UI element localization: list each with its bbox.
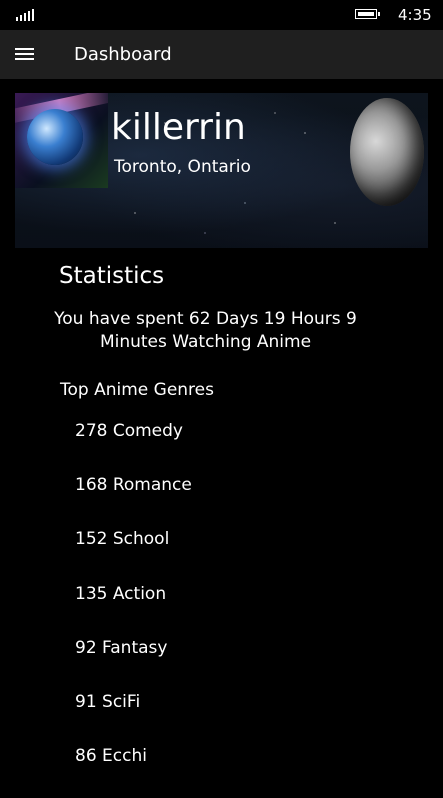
genre-item-scifi: 91 SciFi bbox=[75, 691, 141, 712]
signal-bars-icon bbox=[16, 9, 34, 21]
genre-item-fantasy: 92 Fantasy bbox=[75, 637, 168, 658]
genre-list: 278 Comedy 168 Romance 152 School 135 Ac… bbox=[75, 419, 192, 798]
status-clock: 4:35 bbox=[398, 6, 432, 24]
avatar[interactable] bbox=[15, 93, 108, 188]
genre-item-action: 135 Action bbox=[75, 583, 167, 604]
moon-image bbox=[350, 98, 424, 206]
genre-item-school: 152 School bbox=[75, 529, 170, 550]
genre-item-comedy: 278 Comedy bbox=[75, 421, 183, 441]
username: killerrin bbox=[111, 107, 246, 148]
battery-icon bbox=[355, 9, 380, 19]
top-genres-heading: Top Anime Genres bbox=[60, 380, 214, 400]
hamburger-menu-icon[interactable] bbox=[15, 48, 34, 61]
page-title: Dashboard bbox=[74, 44, 172, 65]
user-location: Toronto, Ontario bbox=[114, 157, 251, 177]
profile-banner: killerrin Toronto, Ontario bbox=[15, 93, 428, 248]
status-bar: 4:35 bbox=[0, 0, 443, 30]
statistics-heading: Statistics bbox=[59, 263, 165, 289]
genre-item-romance: 168 Romance bbox=[75, 475, 192, 496]
time-spent-text: You have spent 62 Days 19 Hours 9 Minute… bbox=[54, 309, 357, 352]
app-bar: Dashboard bbox=[0, 30, 443, 79]
genre-item-ecchi: 86 Ecchi bbox=[75, 746, 147, 767]
